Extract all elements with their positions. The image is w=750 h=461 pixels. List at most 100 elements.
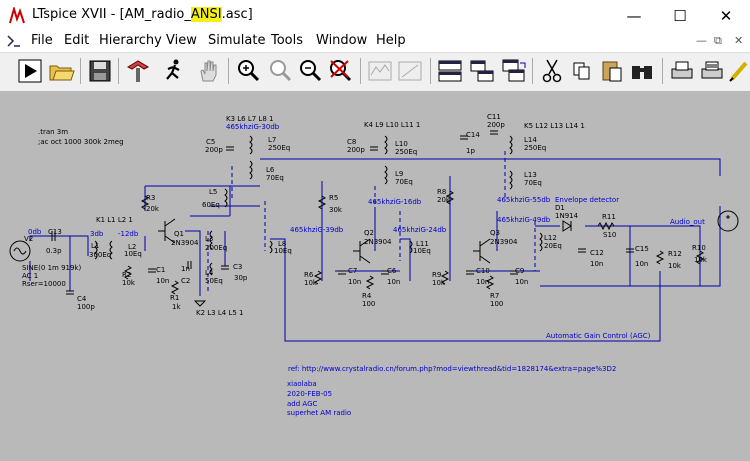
run-man-icon[interactable]: [160, 57, 188, 85]
value-l13[interactable]: 70Eq: [524, 179, 542, 187]
note-author[interactable]: xiaolaba: [287, 380, 317, 388]
tile-v-icon[interactable]: [468, 57, 496, 85]
value-r6[interactable]: 10k: [304, 279, 318, 287]
net-24db[interactable]: 465khziG-24db: [393, 226, 447, 234]
label-r7[interactable]: R7: [490, 292, 499, 300]
label-c10[interactable]: C10: [476, 267, 490, 275]
value-l10[interactable]: 250Eq: [395, 148, 417, 156]
label-l1[interactable]: L1: [91, 242, 99, 250]
value-c14[interactable]: 1p: [466, 147, 475, 155]
value-l1[interactable]: 300Eq: [89, 251, 111, 259]
value-l11[interactable]: 10Eq: [413, 247, 431, 255]
label-k2[interactable]: K2 L3 L4 L5 1: [196, 309, 243, 317]
source-v1-symbol[interactable]: [717, 210, 739, 232]
label-r5[interactable]: R5: [329, 194, 338, 202]
resistor-r12[interactable]: [655, 250, 665, 265]
label-q1[interactable]: Q1: [174, 230, 184, 238]
label-k1[interactable]: K1 L1 L2 1: [96, 216, 133, 224]
capacitor-c1[interactable]: [148, 268, 156, 273]
net-audio-out[interactable]: Audio_out: [670, 218, 705, 226]
value-c3[interactable]: 30p: [234, 274, 248, 282]
plot-icon[interactable]: [366, 57, 394, 85]
minimize-button[interactable]: —: [611, 0, 657, 31]
save-icon[interactable]: [86, 57, 114, 85]
value-r5[interactable]: 30k: [329, 206, 343, 214]
label-l7[interactable]: L7: [268, 136, 276, 144]
value-r2[interactable]: 10k: [122, 279, 136, 287]
menu-simulate[interactable]: Simulate: [208, 33, 265, 48]
label-r3[interactable]: R3: [146, 194, 155, 202]
inductor-l5[interactable]: [224, 188, 228, 208]
value-l5[interactable]: 60Eq: [202, 201, 220, 209]
note-ref[interactable]: ref: http://www.crystalradio.cn/forum.ph…: [288, 365, 616, 373]
label-l6[interactable]: L6: [266, 166, 275, 174]
value-c4[interactable]: 100p: [77, 303, 95, 311]
menu-help[interactable]: Help: [376, 33, 406, 48]
autoscale-icon[interactable]: [396, 57, 424, 85]
note-title[interactable]: superhet AM radio: [287, 409, 351, 417]
label-r1[interactable]: R1: [170, 294, 179, 302]
value-l12[interactable]: 20Eq: [544, 242, 562, 250]
value-c10[interactable]: 10n: [476, 278, 489, 286]
label-c13[interactable]: C13: [48, 228, 62, 236]
resistor-r4[interactable]: [365, 275, 375, 290]
label-q2[interactable]: Q2: [364, 229, 374, 237]
net-agc[interactable]: Automatic Gain Control (AGC): [546, 332, 651, 340]
label-c5[interactable]: C5: [206, 138, 215, 146]
value-l2[interactable]: 10Eq: [124, 250, 142, 258]
value-l9[interactable]: 70Eq: [395, 178, 413, 186]
label-c14[interactable]: C14: [466, 131, 480, 139]
cascade-icon[interactable]: [500, 57, 528, 85]
label-l12[interactable]: L12: [544, 234, 557, 242]
capacitor-c4[interactable]: [66, 290, 74, 295]
maximize-button[interactable]: ☐: [657, 0, 703, 31]
note-date[interactable]: 2020-FEB-05: [287, 390, 332, 398]
value-r1[interactable]: 1k: [172, 303, 181, 311]
value-q3[interactable]: 2N3904: [490, 238, 518, 246]
inductor-l9[interactable]: [384, 165, 388, 185]
capacitor-c8[interactable]: [370, 146, 378, 151]
v2-ac[interactable]: AC 1: [22, 272, 38, 280]
transistor-q3[interactable]: [473, 238, 491, 264]
capacitor-c12[interactable]: [578, 248, 586, 253]
net-16db[interactable]: 465khziG-16db: [368, 198, 422, 206]
directive-tran[interactable]: .tran 3m: [38, 128, 68, 136]
resistor-r1[interactable]: [170, 280, 180, 295]
label-r4[interactable]: R4: [362, 292, 372, 300]
net-49db[interactable]: 465khziG-49db: [497, 216, 551, 224]
label-r9[interactable]: R9: [432, 271, 441, 279]
value-r11[interactable]: S10: [603, 231, 616, 239]
menu-hierarchy[interactable]: Hierarchy: [99, 33, 162, 48]
label-c1[interactable]: C1: [156, 266, 165, 274]
hand-icon[interactable]: [194, 57, 222, 85]
note-agc[interactable]: add AGC: [287, 400, 317, 408]
value-r7[interactable]: 100: [490, 300, 503, 308]
label-d1[interactable]: D1: [555, 204, 565, 212]
label-k3[interactable]: K3 L6 L7 L8 1: [226, 115, 273, 123]
inductor-l12[interactable]: [539, 232, 543, 252]
zoom-in-icon[interactable]: [234, 57, 262, 85]
label-l4[interactable]: L4: [205, 269, 214, 277]
value-r4[interactable]: 100: [362, 300, 375, 308]
value-r12[interactable]: 10k: [668, 262, 682, 270]
copy-icon[interactable]: [568, 57, 596, 85]
label-c7[interactable]: C7: [348, 267, 357, 275]
value-r10[interactable]: 10k: [694, 256, 708, 264]
open-icon[interactable]: [47, 57, 75, 85]
label-l13[interactable]: L13: [524, 171, 537, 179]
label-k4[interactable]: K4 L9 L10 L11 1: [364, 121, 420, 129]
value-c8[interactable]: 200p: [347, 146, 365, 154]
label-r12[interactable]: R12: [668, 250, 682, 258]
menu-tools[interactable]: Tools: [271, 33, 303, 48]
label-l5[interactable]: L5: [209, 188, 217, 196]
inductor-l6[interactable]: [249, 160, 253, 180]
paste-icon[interactable]: [598, 57, 626, 85]
diode-d1[interactable]: [562, 220, 572, 232]
label-c3[interactable]: C3: [233, 263, 242, 271]
label-c2[interactable]: C2: [181, 277, 190, 285]
run-icon[interactable]: [16, 57, 44, 85]
label-c8[interactable]: C8: [347, 138, 356, 146]
mdi-minimize-button[interactable]: —: [696, 34, 707, 47]
schematic-doc-icon[interactable]: [6, 33, 22, 49]
value-q1[interactable]: 2N3904: [171, 239, 199, 247]
